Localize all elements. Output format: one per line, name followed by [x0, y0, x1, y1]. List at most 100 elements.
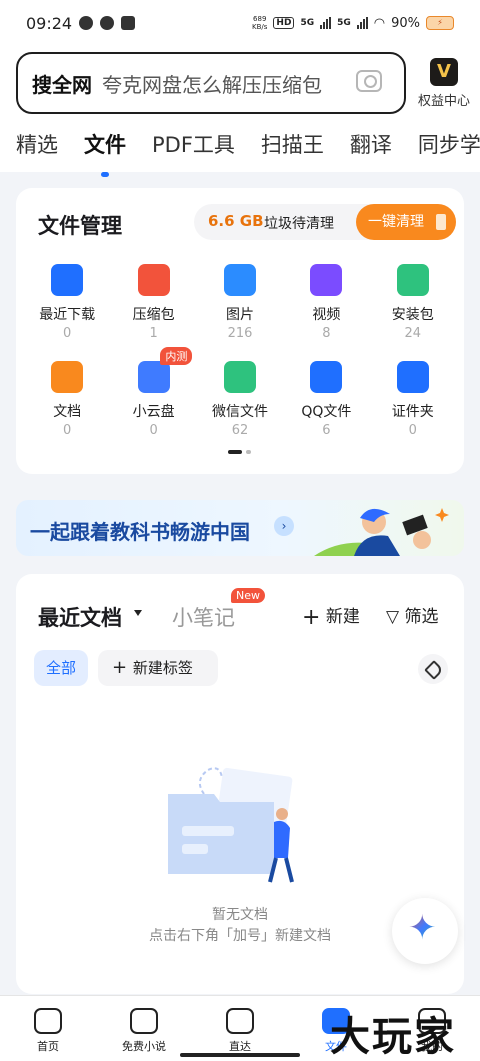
app-notification-icon	[121, 16, 136, 30]
file-category-qq[interactable]: QQ文件 6	[283, 361, 369, 438]
status-bar: 09:24 689 KB/s HD 5G 5G ◠ 90% ⚡	[0, 0, 480, 46]
junk-clean-bar[interactable]: 6.6 GB 垃圾待清理 一键清理	[194, 204, 456, 240]
nav-item-label: 直达	[229, 1040, 251, 1053]
wallet-icon	[396, 361, 429, 393]
top-tabs: 精选 文件 PDF工具 扫描王 翻译 同步学	[0, 129, 480, 177]
nav-item-book[interactable]: 免费小说	[96, 996, 192, 1061]
tab-translate[interactable]: 翻译	[334, 129, 402, 169]
file-category-count: 0	[149, 423, 158, 438]
file-category-label: 安装包	[391, 307, 434, 323]
file-category-android[interactable]: 安装包 24	[370, 264, 456, 341]
empty-folder-illustration	[168, 767, 294, 883]
file-category-label: QQ文件	[301, 404, 352, 420]
home-indicator[interactable]	[180, 1053, 300, 1057]
tag-icon[interactable]	[418, 654, 448, 684]
qq-icon	[310, 361, 343, 393]
file-category-document[interactable]: 文档 0	[24, 361, 110, 438]
file-category-label: 小云盘	[132, 404, 175, 420]
tab-sync-learn[interactable]: 同步学	[402, 129, 480, 169]
net-speed-value: 689	[253, 15, 267, 23]
tab-pdf-tools[interactable]: PDF工具	[136, 129, 245, 169]
filter-button[interactable]: ▽ 筛选	[386, 602, 438, 627]
nav-item-label: 首页	[37, 1040, 59, 1053]
tab-scanner[interactable]: 扫描王	[245, 129, 334, 169]
file-category-video[interactable]: 视频 8	[283, 264, 369, 341]
signal-5g-label: 5G	[300, 18, 315, 28]
vip-center-button[interactable]: V 权益中心	[414, 58, 474, 109]
wifi-icon: ◠	[373, 15, 386, 31]
net-speed-unit: KB/s	[252, 23, 268, 31]
nav-item-at[interactable]: 直达	[192, 996, 288, 1061]
nav-item-label: 免费小说	[122, 1040, 166, 1053]
file-category-count: 62	[231, 423, 249, 438]
plus-icon: +	[302, 605, 321, 630]
filter-label: 筛选	[404, 607, 439, 627]
wechat-icon	[223, 361, 256, 393]
file-category-download[interactable]: 最近下载 0	[24, 264, 110, 341]
camera-icon[interactable]	[356, 70, 382, 92]
file-category-image[interactable]: 图片 216	[197, 264, 283, 341]
promo-banner-text: 一起跟着教科书畅游中国	[30, 520, 250, 544]
file-category-count: 0	[63, 423, 72, 438]
search-scope-label[interactable]: 搜全网	[32, 69, 92, 98]
download-icon	[51, 264, 84, 296]
file-category-label: 微信文件	[211, 404, 268, 420]
file-manager-title: 文件管理	[38, 214, 122, 238]
file-category-label: 文档	[53, 404, 82, 420]
junk-text: 垃圾待清理	[264, 216, 334, 232]
beta-badge: 内测	[160, 347, 193, 365]
file-category-count: 0	[408, 423, 417, 438]
cloud-icon	[137, 361, 170, 393]
file-category-label: 视频	[312, 307, 341, 323]
promo-banner[interactable]: 一起跟着教科书畅游中国 ›	[16, 500, 464, 556]
new-badge: New	[231, 588, 265, 603]
file-category-count: 6	[322, 423, 331, 438]
filter-icon: ▽	[386, 607, 400, 627]
location-icon	[100, 16, 115, 30]
signal-icon-2	[356, 17, 368, 29]
search-bar[interactable]: 搜全网 夸克网盘怎么解压压缩包	[16, 52, 406, 114]
new-tag-label: 新建标签	[132, 659, 193, 677]
junk-size: 6.6 GB	[208, 212, 264, 230]
new-tag-chip[interactable]: + 新建标签	[98, 650, 218, 686]
video-icon	[310, 264, 343, 296]
file-category-label: 压缩包	[132, 307, 175, 323]
vip-icon: V	[430, 58, 458, 86]
file-category-count: 24	[404, 326, 422, 341]
file-category-wallet[interactable]: 证件夹 0	[370, 361, 456, 438]
caret-down-icon[interactable]	[134, 610, 142, 616]
recent-docs-title[interactable]: 最近文档	[38, 602, 122, 632]
file-category-wechat[interactable]: 微信文件 62	[197, 361, 283, 438]
file-category-count: 1	[149, 326, 158, 341]
book-icon	[130, 1008, 158, 1034]
page-indicator	[228, 450, 251, 454]
tab-files[interactable]: 文件	[68, 129, 136, 177]
file-category-count: 216	[227, 326, 253, 341]
battery-icon: ⚡	[426, 16, 454, 30]
new-doc-button[interactable]: + 新建	[302, 602, 360, 630]
chip-all[interactable]: 全部	[34, 650, 88, 686]
banner-illustration	[314, 508, 449, 556]
one-click-clean-button[interactable]: 一键清理	[356, 204, 456, 240]
notification-icon	[79, 16, 94, 30]
battery-percent: 90%	[391, 15, 420, 31]
android-icon	[396, 264, 429, 296]
vip-center-label: 权益中心	[417, 94, 470, 109]
zip-icon	[137, 264, 170, 296]
tab-featured[interactable]: 精选	[0, 129, 68, 169]
file-category-count: 8	[322, 326, 331, 341]
file-category-cloud[interactable]: 内测小云盘 0	[110, 347, 196, 438]
hd-icon: HD	[273, 17, 295, 29]
file-manager-card: 文件管理 6.6 GB 垃圾待清理 一键清理 最近下载 0 压缩包 1 图片 216 视频 8…	[16, 188, 464, 474]
home-icon	[34, 1008, 62, 1034]
nav-item-home[interactable]: 首页	[0, 996, 96, 1061]
notes-tab[interactable]: 小笔记	[172, 602, 235, 632]
document-icon	[51, 361, 84, 393]
header: 搜全网 夸克网盘怎么解压压缩包 V 权益中心 精选 文件 PDF工具 扫描王 翻…	[0, 46, 480, 177]
file-category-zip[interactable]: 压缩包 1	[110, 264, 196, 341]
search-input[interactable]: 夸克网盘怎么解压压缩包	[102, 69, 336, 98]
ai-assistant-button[interactable]	[392, 898, 458, 964]
image-icon	[223, 264, 256, 296]
signal-icon	[320, 17, 332, 29]
chevron-right-icon: ›	[274, 516, 294, 536]
